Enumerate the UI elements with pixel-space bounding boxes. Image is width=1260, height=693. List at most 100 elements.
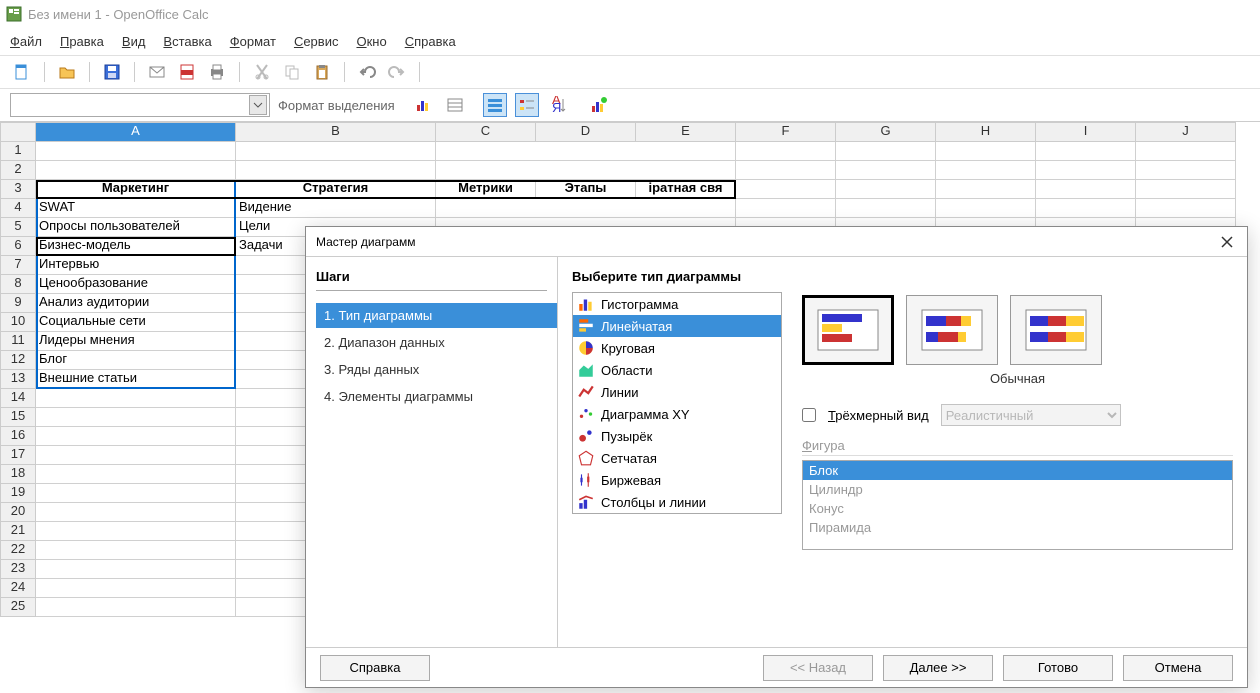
cell-a9[interactable]: Анализ аудитории: [36, 294, 236, 313]
cell-e3[interactable]: іратная свя: [636, 180, 736, 199]
menu-format[interactable]: Формат: [230, 34, 276, 49]
menu-tools[interactable]: Сервис: [294, 34, 339, 49]
chart-type-combo[interactable]: Столбцы и линии: [573, 491, 781, 513]
cell-a3[interactable]: Маркетинг: [36, 180, 236, 199]
menu-file[interactable]: Файл: [10, 34, 42, 49]
grid-h-icon[interactable]: [483, 93, 507, 117]
cancel-button[interactable]: Отмена: [1123, 655, 1233, 681]
shape-pyramid[interactable]: Пирамида: [803, 518, 1232, 537]
chart-icon[interactable]: [411, 93, 435, 117]
cell-a11[interactable]: Лидеры мнения: [36, 332, 236, 351]
col-header-j[interactable]: J: [1136, 122, 1236, 142]
row-header[interactable]: 2: [0, 161, 36, 180]
row-header[interactable]: 6: [0, 237, 36, 256]
finish-button[interactable]: Готово: [1003, 655, 1113, 681]
menu-help[interactable]: Справка: [405, 34, 456, 49]
row-header[interactable]: 20: [0, 503, 36, 522]
row-header[interactable]: 4: [0, 199, 36, 218]
chart-type-column[interactable]: Гистограмма: [573, 293, 781, 315]
col-header-d[interactable]: D: [536, 122, 636, 142]
chart-type-pie[interactable]: Круговая: [573, 337, 781, 359]
row-header[interactable]: 23: [0, 560, 36, 579]
font-name-combo[interactable]: [10, 93, 270, 117]
chart-insert-icon[interactable]: [587, 93, 611, 117]
col-header-c[interactable]: C: [436, 122, 536, 142]
open-icon[interactable]: [55, 60, 79, 84]
row-header[interactable]: 15: [0, 408, 36, 427]
shape-block[interactable]: Блок: [803, 461, 1232, 480]
close-icon[interactable]: [1217, 232, 1237, 252]
row-header[interactable]: 19: [0, 484, 36, 503]
help-button[interactable]: Справка: [320, 655, 430, 681]
step-1[interactable]: 1. Тип диаграммы: [316, 303, 557, 328]
data-icon[interactable]: [443, 93, 467, 117]
undo-icon[interactable]: [355, 60, 379, 84]
row-header[interactable]: 1: [0, 142, 36, 161]
chart-type-stock[interactable]: Биржевая: [573, 469, 781, 491]
cell-b3[interactable]: Стратегия: [236, 180, 436, 199]
cell-a8[interactable]: Ценообразование: [36, 275, 236, 294]
cut-icon[interactable]: [250, 60, 274, 84]
col-header-e[interactable]: E: [636, 122, 736, 142]
subtype-percent[interactable]: [1010, 295, 1102, 365]
row-header[interactable]: 25: [0, 598, 36, 617]
row-header[interactable]: 5: [0, 218, 36, 237]
col-header-g[interactable]: G: [836, 122, 936, 142]
chevron-down-icon[interactable]: [249, 95, 267, 115]
cell-a12[interactable]: Блог: [36, 351, 236, 370]
redo-icon[interactable]: [385, 60, 409, 84]
col-header-f[interactable]: F: [736, 122, 836, 142]
cell-b4[interactable]: Видение: [236, 199, 436, 218]
row-header[interactable]: 24: [0, 579, 36, 598]
menu-window[interactable]: Окно: [356, 34, 386, 49]
cell-c3[interactable]: Метрики: [436, 180, 536, 199]
3d-checkbox[interactable]: [802, 408, 816, 422]
row-header[interactable]: 16: [0, 427, 36, 446]
row-header[interactable]: 11: [0, 332, 36, 351]
chart-type-net[interactable]: Сетчатая: [573, 447, 781, 469]
row-header[interactable]: 7: [0, 256, 36, 275]
row-header[interactable]: 17: [0, 446, 36, 465]
shape-cylinder[interactable]: Цилиндр: [803, 480, 1232, 499]
select-all-corner[interactable]: [0, 122, 36, 142]
chart-type-line[interactable]: Линии: [573, 381, 781, 403]
chart-type-area[interactable]: Области: [573, 359, 781, 381]
menu-insert[interactable]: Вставка: [163, 34, 211, 49]
chart-type-bubble[interactable]: Пузырёк: [573, 425, 781, 447]
menu-edit[interactable]: Правка: [60, 34, 104, 49]
cell-a6[interactable]: Бизнес-модель: [36, 237, 236, 256]
row-header[interactable]: 18: [0, 465, 36, 484]
chart-type-xy[interactable]: Диаграмма XY: [573, 403, 781, 425]
email-icon[interactable]: [145, 60, 169, 84]
cell-d3[interactable]: Этапы: [536, 180, 636, 199]
col-header-h[interactable]: H: [936, 122, 1036, 142]
new-doc-icon[interactable]: [10, 60, 34, 84]
row-header[interactable]: 14: [0, 389, 36, 408]
legend-icon[interactable]: [515, 93, 539, 117]
menu-view[interactable]: Вид: [122, 34, 146, 49]
row-header[interactable]: 21: [0, 522, 36, 541]
subtype-stacked[interactable]: [906, 295, 998, 365]
row-header[interactable]: 12: [0, 351, 36, 370]
row-header[interactable]: 22: [0, 541, 36, 560]
col-header-i[interactable]: I: [1036, 122, 1136, 142]
print-icon[interactable]: [205, 60, 229, 84]
row-header[interactable]: 8: [0, 275, 36, 294]
col-header-b[interactable]: B: [236, 122, 436, 142]
shape-cone[interactable]: Конус: [803, 499, 1232, 518]
cell-a13[interactable]: Внешние статьи: [36, 370, 236, 389]
cell-a5[interactable]: Опросы пользователей: [36, 218, 236, 237]
pdf-icon[interactable]: [175, 60, 199, 84]
copy-icon[interactable]: [280, 60, 304, 84]
row-header[interactable]: 3: [0, 180, 36, 199]
paste-icon[interactable]: [310, 60, 334, 84]
step-3[interactable]: 3. Ряды данных: [316, 357, 557, 382]
next-button[interactable]: Далее >>: [883, 655, 993, 681]
row-header[interactable]: 9: [0, 294, 36, 313]
subtype-normal[interactable]: [802, 295, 894, 365]
chart-type-bar[interactable]: Линейчатая: [573, 315, 781, 337]
step-2[interactable]: 2. Диапазон данных: [316, 330, 557, 355]
row-header[interactable]: 13: [0, 370, 36, 389]
cell-a4[interactable]: SWAT: [36, 199, 236, 218]
step-4[interactable]: 4. Элементы диаграммы: [316, 384, 557, 409]
